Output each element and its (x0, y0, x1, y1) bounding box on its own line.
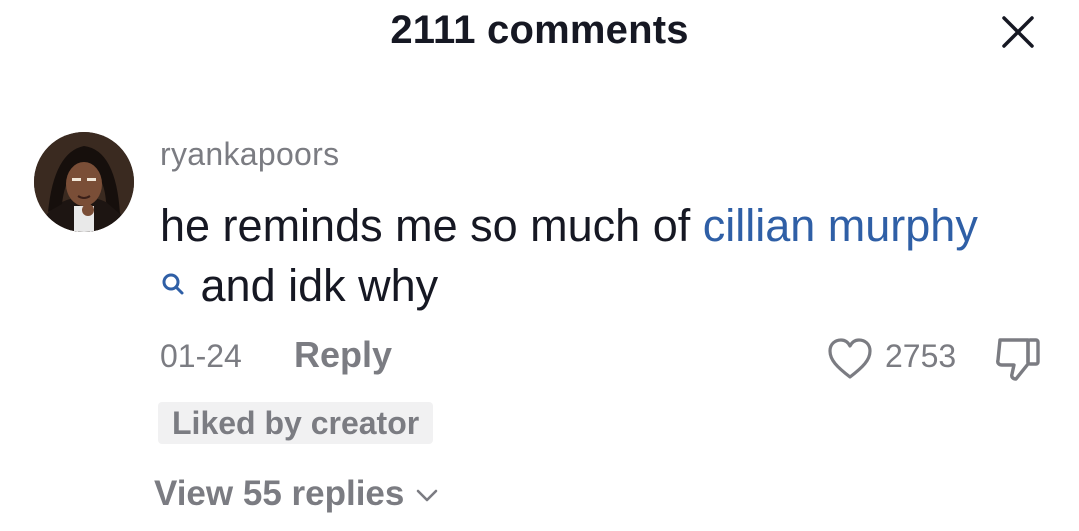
like-button[interactable] (825, 334, 875, 384)
comments-count-title: 2111 comments (390, 8, 689, 52)
view-replies-label: View 55 replies (154, 474, 405, 513)
search-suggestion-link[interactable]: cillian murphy (703, 200, 978, 251)
avatar-image (34, 132, 134, 232)
close-button[interactable] (994, 8, 1042, 56)
view-replies-button[interactable]: View 55 replies (154, 474, 440, 514)
liked-by-creator-badge: Liked by creator (158, 402, 434, 444)
heart-icon (828, 338, 872, 379)
comment-text-start: he reminds me so much of (160, 200, 703, 251)
comment-text-end: and idk why (200, 260, 439, 311)
dislike-button[interactable] (992, 334, 1044, 384)
dislike-icon (996, 338, 1040, 381)
reply-button[interactable]: Reply (294, 334, 392, 376)
comment-username[interactable]: ryankapoors (160, 136, 339, 173)
comment-text: he reminds me so much of cillian murphy … (160, 196, 1040, 316)
chevron-down-icon (417, 489, 438, 502)
comment-date: 01-24 (160, 338, 242, 374)
close-icon (1002, 16, 1034, 48)
avatar[interactable] (34, 132, 134, 232)
search-icon[interactable] (160, 252, 188, 312)
like-count: 2753 (885, 338, 957, 374)
